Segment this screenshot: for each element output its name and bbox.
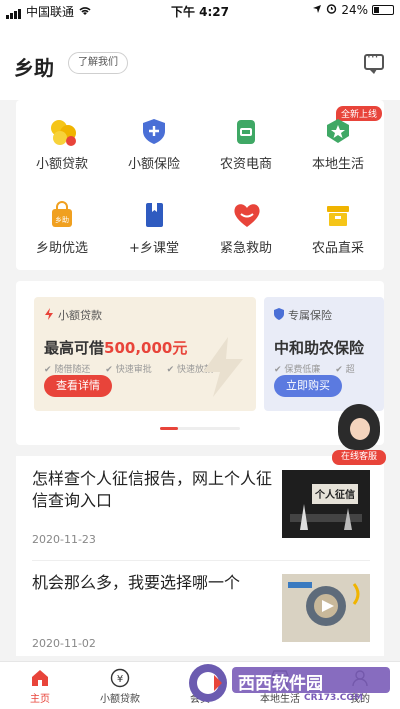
loan-amount: 500,000元 <box>104 339 188 357</box>
thumbnail-caption: 个人征信 <box>315 490 355 501</box>
shopping-bag-icon: 乡助 <box>47 200 77 230</box>
home-icon <box>30 668 50 688</box>
online-service-label: 在线客服 <box>332 450 386 465</box>
view-details-button[interactable]: 查看详情 <box>44 375 112 397</box>
battery-percent: 24% <box>341 3 368 17</box>
svg-text:乡助: 乡助 <box>55 215 69 224</box>
service-label: 小额保险 <box>127 157 180 172</box>
service-label: 农资电商 <box>219 157 272 172</box>
service-label: 小额贷款 <box>35 157 88 172</box>
service-local-life[interactable]: 本地生活 <box>292 116 384 186</box>
battery-icon <box>372 5 394 15</box>
location-icon <box>312 3 322 17</box>
banner-tag: 专属保险 <box>274 307 374 323</box>
seed-bag-icon <box>231 116 261 146</box>
news-thumbnail <box>282 574 370 642</box>
star-badge-icon <box>323 116 353 146</box>
buy-now-button[interactable]: 立即购买 <box>274 375 342 397</box>
news-thumbnail: 个人征信 <box>282 470 370 538</box>
service-label: +乡课堂 <box>129 241 179 256</box>
lightning-icon <box>44 307 54 323</box>
list-item[interactable]: 机会那么多，我要选择哪一个 2020-11-02 <box>16 560 384 664</box>
news-list: 怎样查个人征信报告，网上个人征信查询入口 2020-11-23 个人征信 机会那… <box>16 456 384 656</box>
feature-item: ✔ 保费低廉 <box>274 365 321 375</box>
service-label: 紧急救助 <box>219 241 272 256</box>
site-watermark: 西西软件园 CR173.COM <box>186 661 396 705</box>
status-bar: 中国联通 下午 4:27 24% <box>0 0 400 22</box>
service-xiang-class[interactable]: +乡课堂 <box>108 200 200 270</box>
loan-banner[interactable]: 小额贷款 最高可借500,000元 ✔ 随借随还 ✔ 快速审批 ✔ 快速放款 查… <box>34 297 256 411</box>
tab-home[interactable]: 主页 <box>0 662 80 709</box>
online-service-button[interactable]: 在线客服 <box>332 404 386 465</box>
tab-small-loan[interactable]: ¥ 小额贷款 <box>80 662 160 709</box>
lightning-decoration <box>203 337 243 397</box>
news-date: 2020-11-23 <box>32 533 96 546</box>
feature-item: ✔ 随借随还 <box>44 365 91 375</box>
page-title: 乡助 <box>14 56 54 80</box>
tab-label: 主页 <box>30 694 50 705</box>
service-avatar <box>338 404 380 450</box>
news-title: 机会那么多，我要选择哪一个 <box>32 573 241 592</box>
services-card: 全新上线 小额贷款 小额保险 农资电商 本地生活 乡助 乡助优选 +乡课堂 紧急… <box>16 100 384 270</box>
news-date: 2020-11-02 <box>32 637 96 650</box>
shield-icon <box>274 307 284 323</box>
watermark-domain: CR173.COM <box>304 693 363 703</box>
heart-icon <box>231 200 261 230</box>
about-us-button[interactable]: 了解我们 <box>68 52 128 74</box>
service-agri-ecommerce[interactable]: 农资电商 <box>200 116 292 186</box>
yuan-icon: ¥ <box>110 668 130 688</box>
book-icon <box>139 200 169 230</box>
screen: 中国联通 下午 4:27 24% 乡助 了解我们 全新上线 <box>0 0 400 709</box>
service-small-insurance[interactable]: 小额保险 <box>108 116 200 186</box>
coins-icon <box>47 116 77 146</box>
service-direct-purchase[interactable]: 农品直采 <box>292 200 384 270</box>
shield-plus-icon <box>139 116 169 146</box>
service-label: 乡助优选 <box>35 241 88 256</box>
app-header: 乡助 了解我们 <box>0 22 400 100</box>
list-item[interactable]: 怎样查个人征信报告，网上个人征信查询入口 2020-11-23 个人征信 <box>16 456 384 560</box>
banner-tag: 小额贷款 <box>44 307 246 323</box>
box-icon <box>323 200 353 230</box>
carousel-indicator <box>160 427 240 430</box>
feature-item: ✔ 快速审批 <box>105 365 152 375</box>
tab-label: 小额贷款 <box>100 694 140 705</box>
svg-text:¥: ¥ <box>117 674 123 685</box>
banner-headline: 中和助农保险 <box>274 339 365 357</box>
banner-carousel[interactable]: 小额贷款 最高可借500,000元 ✔ 随借随还 ✔ 快速审批 ✔ 快速放款 查… <box>16 281 384 445</box>
news-title: 怎样查个人征信报告，网上个人征信查询入口 <box>32 469 273 510</box>
service-small-loan[interactable]: 小额贷款 <box>16 116 108 186</box>
insurance-banner[interactable]: 专属保险 中和助农保险 ✔ 保费低廉 ✔ 超 立即购买 <box>264 297 384 411</box>
feature-item: ✔ 超 <box>335 365 355 375</box>
service-label: 本地生活 <box>311 157 364 172</box>
alarm-icon <box>326 3 337 17</box>
watermark-brand: 西西软件园 <box>238 674 323 694</box>
service-emergency-aid[interactable]: 紧急救助 <box>200 200 292 270</box>
message-icon[interactable] <box>364 50 384 74</box>
service-xiangzhu-select[interactable]: 乡助 乡助优选 <box>16 200 108 270</box>
service-label: 农品直采 <box>311 241 364 256</box>
banner-features: ✔ 保费低廉 ✔ 超 <box>274 362 374 375</box>
